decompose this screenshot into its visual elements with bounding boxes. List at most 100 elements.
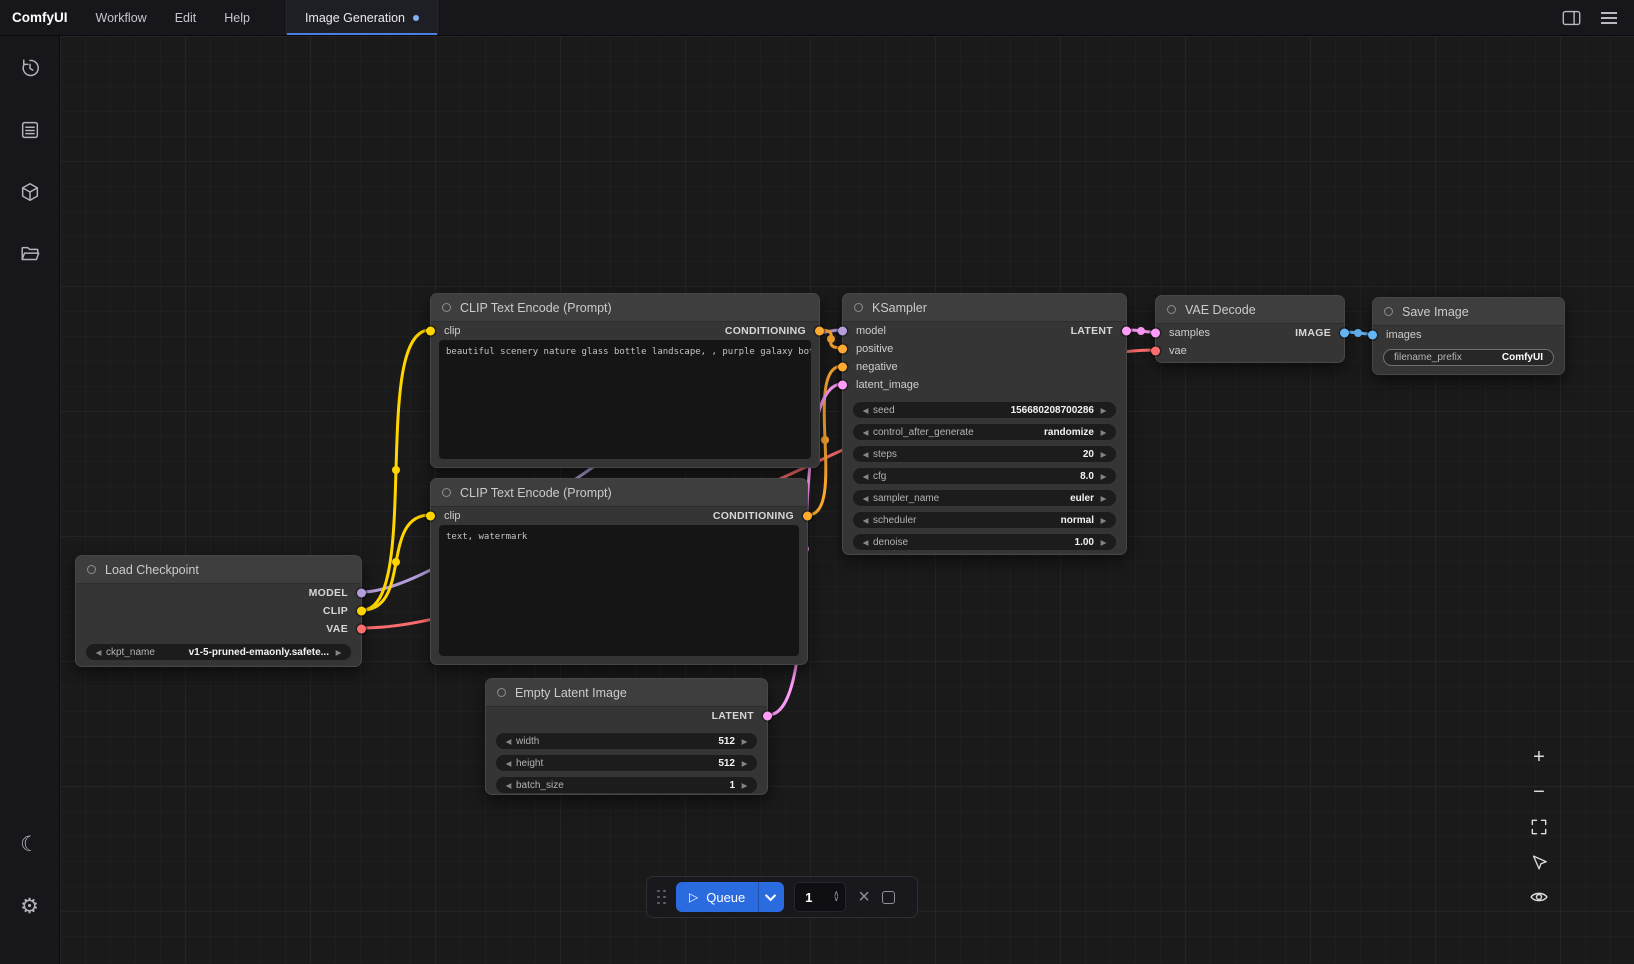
increment-arrow-icon[interactable]: ▶ (1098, 516, 1109, 525)
widget-height[interactable]: ◀ height 512 ▶ (496, 755, 757, 771)
collapse-dot-icon[interactable] (854, 303, 863, 312)
input-port-negative[interactable] (838, 363, 847, 372)
collapse-dot-icon[interactable] (1384, 307, 1393, 316)
output-port-conditioning[interactable] (803, 512, 812, 521)
queue-options-button[interactable] (758, 882, 784, 912)
drag-handle-icon[interactable] (657, 890, 666, 905)
widget-width[interactable]: ◀ width 512 ▶ (496, 733, 757, 749)
output-port-vae[interactable] (357, 625, 366, 634)
increment-arrow-icon[interactable]: ▶ (333, 648, 344, 657)
queue-button[interactable]: ▷ Queue (676, 882, 758, 912)
menu-edit[interactable]: Edit (161, 0, 211, 35)
node-header[interactable]: VAE Decode (1156, 296, 1344, 324)
input-port-latent-image[interactable] (838, 381, 847, 390)
output-port-clip[interactable] (357, 607, 366, 616)
node-save-image[interactable]: Save Image images filename_prefix ComfyU… (1372, 297, 1565, 375)
prompt-textarea[interactable]: beautiful scenery nature glass bottle la… (439, 340, 811, 459)
sidebar-item-queue[interactable] (12, 112, 48, 148)
input-port-clip[interactable] (426, 512, 435, 521)
widget-denoise[interactable]: ◀ denoise 1.00 ▶ (853, 534, 1116, 550)
node-ksampler[interactable]: KSampler model LATENT positive negative … (842, 293, 1127, 555)
collapse-dot-icon[interactable] (442, 303, 451, 312)
output-port-latent[interactable] (1122, 327, 1131, 336)
decrement-arrow-icon[interactable]: ◀ (860, 428, 871, 437)
node-empty-latent-image[interactable]: Empty Latent Image LATENT ◀ width 512 ▶ … (485, 678, 768, 795)
widget-value: 1.00 (1075, 537, 1094, 548)
node-header[interactable]: KSampler (843, 294, 1126, 322)
menu-workflow[interactable]: Workflow (82, 0, 161, 35)
spin-down-icon[interactable]: ∨ (833, 897, 839, 902)
stop-button[interactable] (882, 891, 895, 904)
select-mode-button[interactable] (1522, 847, 1556, 877)
node-clip-text-encode-negative[interactable]: CLIP Text Encode (Prompt) clip CONDITION… (430, 478, 808, 665)
node-load-checkpoint[interactable]: Load Checkpoint MODEL CLIP VAE ◀ ckpt_na… (75, 555, 362, 667)
node-header[interactable]: Load Checkpoint (76, 556, 361, 584)
increment-arrow-icon[interactable]: ▶ (739, 781, 750, 790)
increment-arrow-icon[interactable]: ▶ (1098, 406, 1109, 415)
clear-queue-button[interactable]: × (856, 887, 872, 907)
panel-toggle-button[interactable] (1560, 7, 1582, 29)
output-port-conditioning[interactable] (815, 327, 824, 336)
sidebar-item-history[interactable] (12, 50, 48, 86)
theme-toggle-button[interactable]: ☾ (12, 826, 48, 862)
node-vae-decode[interactable]: VAE Decode samples IMAGE vae (1155, 295, 1345, 363)
collapse-dot-icon[interactable] (442, 488, 451, 497)
increment-arrow-icon[interactable]: ▶ (739, 759, 750, 768)
collapse-dot-icon[interactable] (1167, 305, 1176, 314)
node-header[interactable]: CLIP Text Encode (Prompt) (431, 294, 819, 322)
decrement-arrow-icon[interactable]: ◀ (93, 648, 104, 657)
increment-arrow-icon[interactable]: ▶ (1098, 428, 1109, 437)
decrement-arrow-icon[interactable]: ◀ (860, 538, 871, 547)
decrement-arrow-icon[interactable]: ◀ (860, 516, 871, 525)
node-header[interactable]: Save Image (1373, 298, 1564, 326)
input-port-clip[interactable] (426, 327, 435, 336)
widget-steps[interactable]: ◀ steps 20 ▶ (853, 446, 1116, 462)
prompt-textarea[interactable]: text, watermark (439, 525, 799, 656)
widget-seed[interactable]: ◀ seed 156680208700286 ▶ (853, 402, 1116, 418)
decrement-arrow-icon[interactable]: ◀ (860, 494, 871, 503)
increment-arrow-icon[interactable]: ▶ (1098, 450, 1109, 459)
settings-button[interactable]: ⚙ (12, 888, 48, 924)
input-port-model[interactable] (838, 327, 847, 336)
increment-arrow-icon[interactable]: ▶ (1098, 494, 1109, 503)
main-menu-button[interactable] (1598, 7, 1620, 29)
decrement-arrow-icon[interactable]: ◀ (860, 472, 871, 481)
widget-batch-size[interactable]: ◀ batch_size 1 ▶ (496, 777, 757, 793)
input-port-vae[interactable] (1151, 347, 1160, 356)
input-port-positive[interactable] (838, 345, 847, 354)
decrement-arrow-icon[interactable]: ◀ (503, 781, 514, 790)
collapse-dot-icon[interactable] (87, 565, 96, 574)
sidebar-item-workflows[interactable] (12, 236, 48, 272)
decrement-arrow-icon[interactable]: ◀ (860, 406, 871, 415)
node-clip-text-encode-positive[interactable]: CLIP Text Encode (Prompt) clip CONDITION… (430, 293, 820, 468)
zoom-in-button[interactable]: + (1522, 742, 1556, 772)
output-port-latent[interactable] (763, 712, 772, 721)
decrement-arrow-icon[interactable]: ◀ (503, 737, 514, 746)
output-port-image[interactable] (1340, 329, 1349, 338)
menu-help[interactable]: Help (210, 0, 264, 35)
widget-sampler-name[interactable]: ◀ sampler_name euler ▶ (853, 490, 1116, 506)
widget-scheduler[interactable]: ◀ scheduler normal ▶ (853, 512, 1116, 528)
widget-ckpt-name[interactable]: ◀ ckpt_name v1-5-pruned-emaonly.safete..… (86, 644, 351, 660)
batch-count-stepper[interactable]: 1 ∧ ∨ (794, 882, 846, 912)
widget-control-after-generate[interactable]: ◀ control_after_generate randomize ▶ (853, 424, 1116, 440)
fit-view-button[interactable] (1522, 812, 1556, 842)
increment-arrow-icon[interactable]: ▶ (1098, 472, 1109, 481)
node-header[interactable]: Empty Latent Image (486, 679, 767, 707)
zoom-out-button[interactable]: − (1522, 777, 1556, 807)
widget-filename-prefix[interactable]: filename_prefix ComfyUI (1383, 349, 1554, 366)
decrement-arrow-icon[interactable]: ◀ (503, 759, 514, 768)
decrement-arrow-icon[interactable]: ◀ (860, 450, 871, 459)
increment-arrow-icon[interactable]: ▶ (739, 737, 750, 746)
node-header[interactable]: CLIP Text Encode (Prompt) (431, 479, 807, 507)
tab-image-generation[interactable]: Image Generation (286, 0, 438, 35)
input-port-images[interactable] (1368, 331, 1377, 340)
widget-cfg[interactable]: ◀ cfg 8.0 ▶ (853, 468, 1116, 484)
increment-arrow-icon[interactable]: ▶ (1098, 538, 1109, 547)
sidebar-item-model-library[interactable] (12, 174, 48, 210)
widget-value: euler (1070, 493, 1094, 504)
output-port-model[interactable] (357, 589, 366, 598)
input-port-samples[interactable] (1151, 329, 1160, 338)
toggle-links-button[interactable] (1522, 882, 1556, 912)
collapse-dot-icon[interactable] (497, 688, 506, 697)
